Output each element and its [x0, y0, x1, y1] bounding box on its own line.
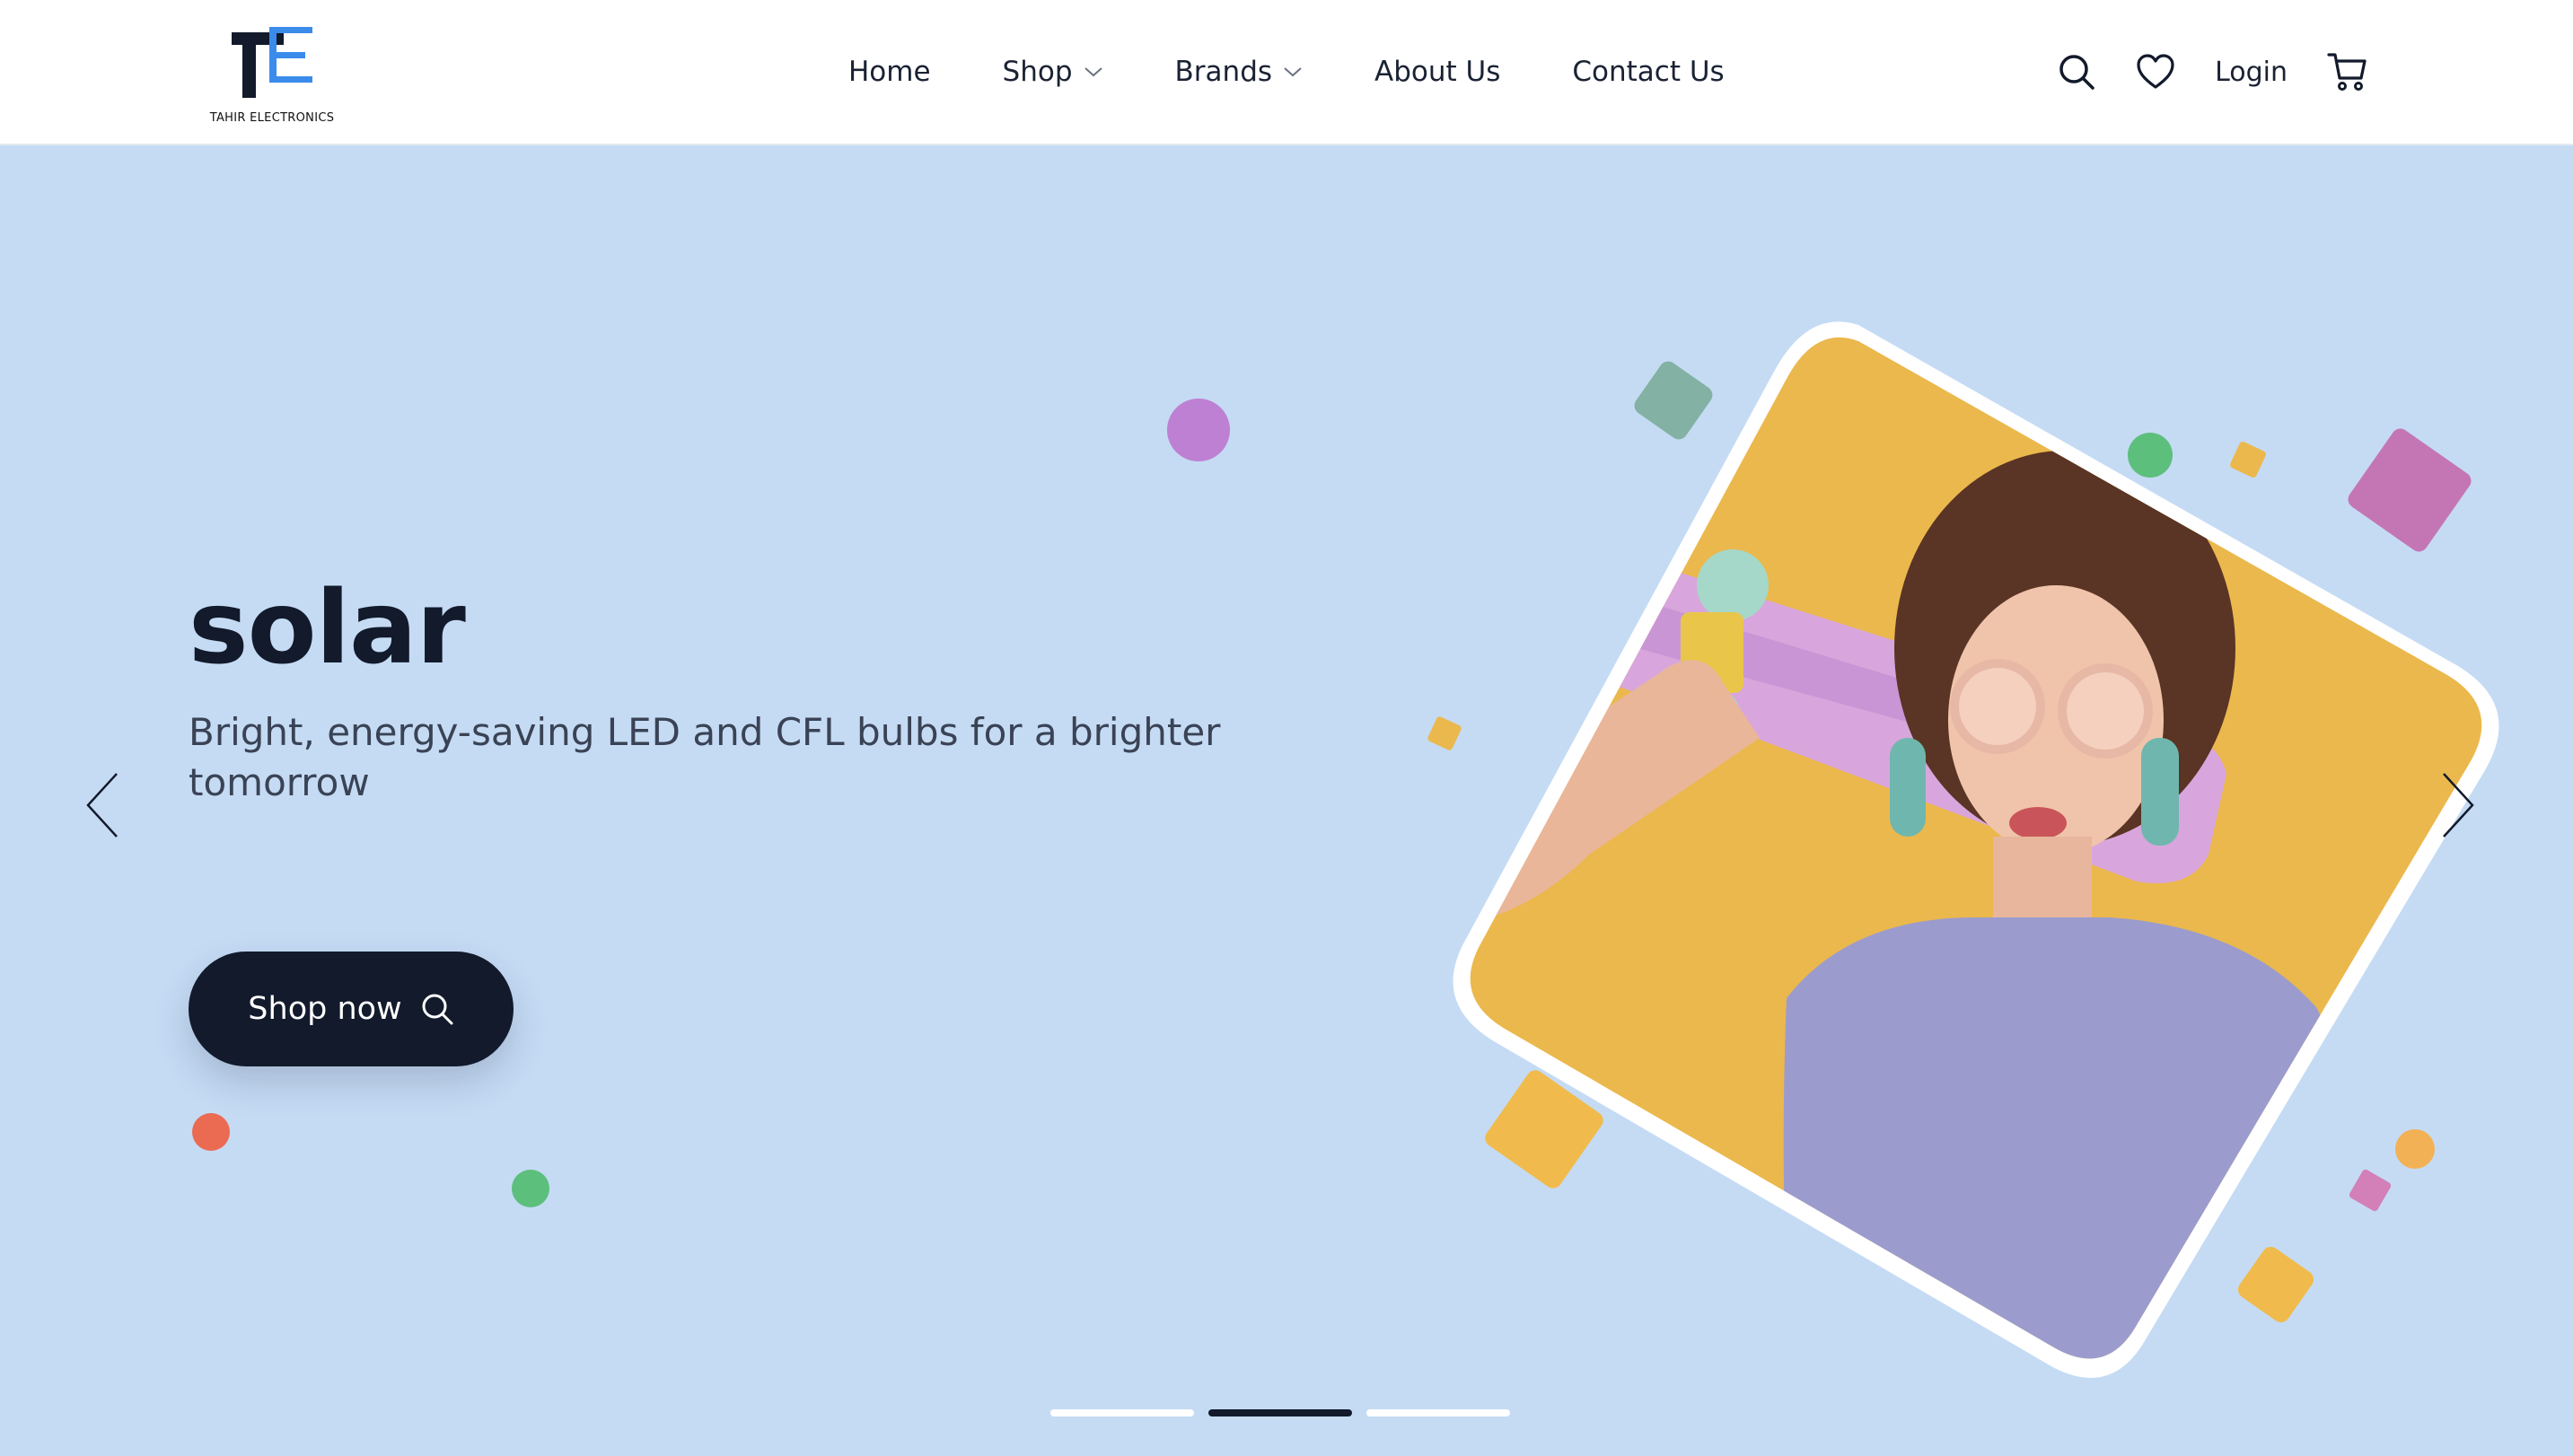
decor-square	[1427, 715, 1462, 751]
nav-brands[interactable]: Brands	[1175, 56, 1304, 88]
hero-title: solar	[189, 570, 466, 687]
decor-square	[2348, 1168, 2393, 1213]
cart-button[interactable]	[2327, 51, 2368, 92]
brand-logo[interactable]: TAHIR ELECTRONICS	[205, 25, 339, 129]
decor-dot	[2395, 1129, 2435, 1169]
decor-square	[1630, 357, 1717, 443]
chevron-left-icon	[86, 773, 118, 838]
decor-square	[1481, 1066, 1607, 1192]
logo-mark	[232, 27, 312, 98]
slide-indicator-1[interactable]	[1050, 1409, 1194, 1417]
decor-dot	[512, 1170, 549, 1207]
nav-about[interactable]: About Us	[1374, 56, 1500, 88]
decor-dot	[192, 1113, 230, 1151]
decor-square	[2228, 440, 2268, 479]
search-icon	[2059, 55, 2094, 90]
prev-slide-button[interactable]	[75, 765, 129, 846]
logo-text: TAHIR ELECTRONICS	[209, 111, 335, 125]
decor-square	[2235, 1243, 2317, 1326]
shop-now-button[interactable]: Shop now	[189, 952, 514, 1066]
cart-icon	[2327, 53, 2367, 91]
shop-now-label: Shop now	[248, 991, 402, 1027]
chevron-right-icon	[2443, 773, 2474, 838]
site-header: TAHIR ELECTRONICS Home Shop Brands About…	[0, 0, 2573, 145]
decor-dot	[2128, 433, 2173, 478]
login-link[interactable]: Login	[2215, 57, 2288, 88]
hero-subtitle: Bright, energy-saving LED and CFL bulbs …	[189, 710, 1221, 804]
next-slide-button[interactable]	[2431, 765, 2485, 846]
header-actions: Login	[2017, 47, 2368, 97]
slide-indicators	[1050, 1409, 1524, 1417]
wishlist-button[interactable]	[2136, 54, 2175, 90]
decor-dot	[1167, 399, 1230, 461]
nav-home[interactable]: Home	[848, 56, 931, 88]
slide-indicator-3[interactable]	[1366, 1409, 1510, 1417]
nav-shop[interactable]: Shop	[1003, 56, 1103, 88]
decor-square	[2344, 425, 2475, 556]
nav-contact[interactable]: Contact Us	[1572, 56, 1724, 88]
search-button[interactable]	[2057, 52, 2096, 92]
search-icon	[422, 994, 453, 1025]
chevron-down-icon	[1284, 67, 1302, 77]
chevron-down-icon	[1084, 67, 1102, 77]
main-nav: Home Shop Brands About Us Contact Us	[848, 50, 1796, 93]
slide-indicator-2[interactable]	[1208, 1409, 1352, 1417]
hero-slider: solar Bright, energy-saving LED and CFL …	[0, 145, 2573, 1456]
heart-icon	[2137, 54, 2174, 89]
